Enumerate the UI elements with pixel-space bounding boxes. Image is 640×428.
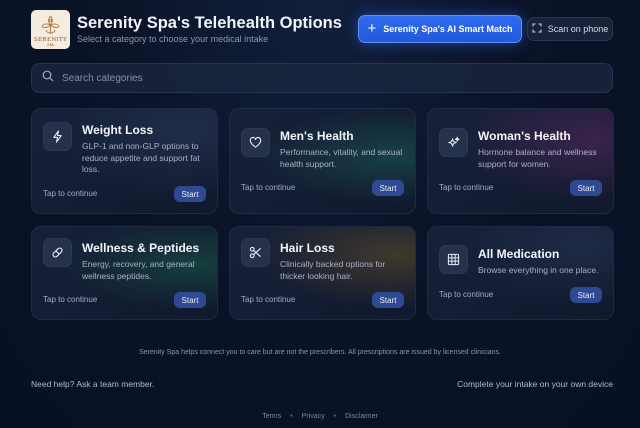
card-description: Energy, recovery, and general wellness p… [82, 259, 195, 281]
card-description: Browse everything in one place. [478, 265, 599, 275]
card-title: All Medication [478, 247, 560, 261]
start-button[interactable]: Start [372, 180, 404, 196]
category-card-hair-loss[interactable]: Hair Loss Clinically backed options for … [229, 226, 416, 320]
grid-icon [439, 245, 468, 274]
card-description: Clinically backed options for thicker lo… [280, 259, 386, 281]
card-description: Hormone balance and wellness support for… [478, 147, 597, 169]
footer-separator: • [290, 413, 293, 420]
scissors-icon [241, 238, 270, 267]
card-title: Woman's Health [478, 129, 571, 143]
footer-link-disclaimer[interactable]: Disclaimer [345, 413, 378, 420]
footer-link-privacy[interactable]: Privacy [302, 413, 325, 420]
scan-on-phone-label: Scan on phone [547, 24, 609, 34]
spa-logo: SERENITY SPA [31, 10, 70, 49]
own-device-text: Complete your intake on your own device [457, 379, 613, 389]
scan-icon [532, 23, 542, 35]
card-title: Weight Loss [82, 123, 154, 137]
footer-link-terms[interactable]: Terms [262, 413, 281, 420]
page-subtitle: Select a category to choose your medical… [77, 34, 269, 44]
scan-on-phone-button[interactable]: Scan on phone [527, 17, 613, 41]
prescriber-disclaimer: Serenity Spa helps connect you to care b… [139, 349, 501, 356]
lightning-icon [43, 122, 72, 151]
category-card-weight-loss[interactable]: Weight Loss GLP-1 and non-GLP options to… [31, 108, 218, 214]
search-input[interactable] [62, 72, 582, 84]
pill-icon [43, 238, 72, 267]
category-card-mens-health[interactable]: Men's Health Performance, vitality, and … [229, 108, 416, 214]
search-icon [42, 69, 54, 87]
search-bar[interactable] [31, 63, 613, 93]
tap-to-continue: Tap to continue [439, 290, 494, 299]
plus-icon: + [367, 20, 377, 37]
card-description: GLP-1 and non-GLP options to reduce appe… [82, 141, 200, 174]
heart-icon [241, 128, 270, 157]
card-title: Wellness & Peptides [82, 241, 200, 255]
tap-to-continue: Tap to continue [241, 183, 296, 192]
start-button[interactable]: Start [372, 292, 404, 308]
footer-separator: • [333, 413, 337, 420]
card-title: Men's Health [280, 129, 354, 143]
start-button[interactable]: Start [570, 180, 602, 196]
ai-smart-match-button[interactable]: + Serenity Spa's AI Smart Match [358, 15, 522, 43]
category-card-wellness-peptides[interactable]: Wellness & Peptides Energy, recovery, an… [31, 226, 218, 320]
sparkle-icon [439, 128, 468, 157]
ai-smart-match-label: Serenity Spa's AI Smart Match [383, 24, 513, 34]
start-button[interactable]: Start [174, 292, 206, 308]
card-description: Performance, vitality, and sexual health… [280, 147, 403, 169]
card-title: Hair Loss [280, 241, 335, 255]
tap-to-continue: Tap to continue [43, 295, 98, 304]
footer-links: Terms • Privacy • Disclaimer [0, 413, 640, 420]
category-card-womans-health[interactable]: Woman's Health Hormone balance and welln… [427, 108, 614, 214]
start-button[interactable]: Start [570, 287, 602, 303]
help-text: Need help? Ask a team member. [31, 379, 155, 389]
page-title: Serenity Spa's Telehealth Options [77, 14, 342, 32]
category-card-all-medication[interactable]: All Medication Browse everything in one … [427, 226, 614, 320]
logo-wordmark-sub: SPA [47, 43, 54, 47]
tap-to-continue: Tap to continue [43, 189, 98, 198]
start-button[interactable]: Start [174, 186, 206, 202]
tap-to-continue: Tap to continue [439, 183, 494, 192]
tap-to-continue: Tap to continue [241, 295, 296, 304]
